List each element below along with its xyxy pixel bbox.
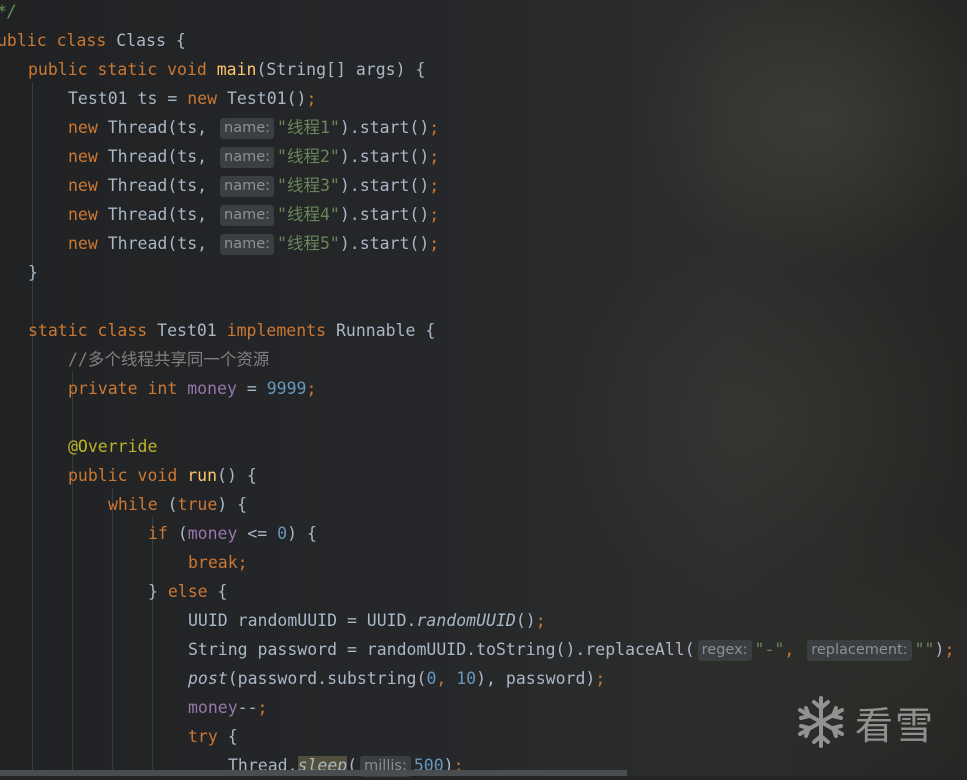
param-hint: name: — [220, 234, 275, 255]
code-line: ublic class Class { — [0, 31, 186, 50]
code-line: money--; — [188, 698, 268, 717]
indent-guide — [32, 82, 33, 776]
code-line: private int money = 9999; — [68, 379, 317, 398]
code-line: static class Test01 implements Runnable … — [28, 321, 436, 340]
watermark: 看雪 — [795, 692, 935, 752]
code-line: if (money <= 0) { — [148, 524, 317, 543]
code-line: new Thread(ts, name: "线程4").start(); — [68, 205, 440, 226]
code-line: public static void main(String[] args) { — [28, 60, 426, 79]
watermark-text: 看雪 — [855, 703, 936, 748]
param-hint: replacement: — [807, 640, 912, 661]
code-line: while (true) { — [108, 495, 248, 514]
code-line: String password = randomUUID.toString().… — [188, 640, 955, 661]
code-line: break; — [188, 553, 248, 572]
param-hint: regex: — [697, 640, 752, 661]
code-line: @Override — [68, 437, 158, 456]
code-line: new Thread(ts, name: "线程5").start(); — [68, 234, 440, 255]
indent-guide — [152, 517, 153, 776]
code-editor[interactable]: */ ublic class Class { public static voi… — [0, 0, 967, 777]
code-line: UUID randomUUID = UUID.randomUUID(); — [188, 611, 546, 630]
code-line: new Thread(ts, name: "线程2").start(); — [68, 147, 440, 168]
code-line: //多个线程共享同一个资源 — [68, 350, 270, 369]
snowflake-icon — [798, 696, 844, 748]
code-line: try { — [188, 727, 238, 746]
param-hint: name: — [220, 118, 275, 139]
code-line: new Thread(ts, name: "线程3").start(); — [68, 176, 440, 197]
code-line: } else { — [148, 582, 228, 601]
horizontal-scrollbar[interactable] — [0, 770, 627, 776]
code-line: Test01 ts = new Test01(); — [68, 89, 317, 108]
code-line: post(password.substring(0, 10), password… — [188, 669, 606, 688]
param-hint: name: — [220, 205, 275, 226]
param-hint: name: — [220, 176, 275, 197]
code-line: */ — [0, 2, 17, 21]
param-hint: name: — [220, 147, 275, 168]
code-line: } — [28, 263, 38, 282]
indent-guide — [112, 488, 113, 776]
code-line: public void run() { — [68, 466, 257, 485]
code-line: new Thread(ts, name: "线程1").start(); — [68, 118, 440, 139]
